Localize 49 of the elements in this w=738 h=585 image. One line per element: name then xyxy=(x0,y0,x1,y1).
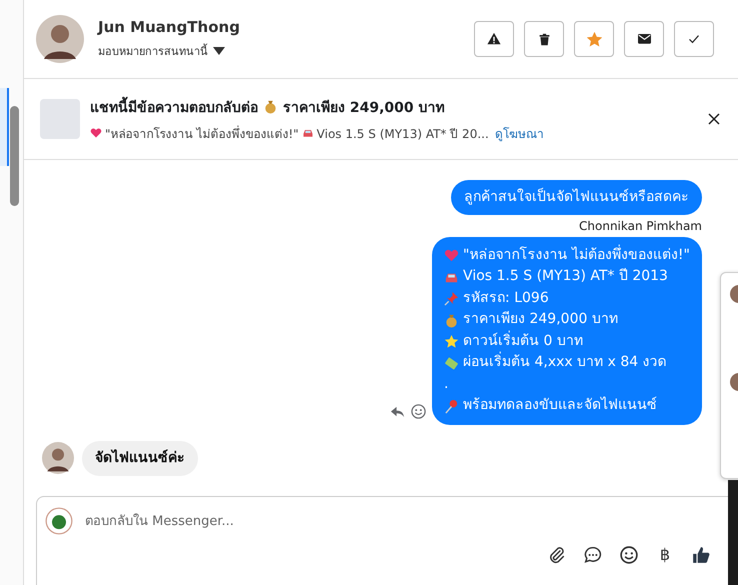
alert-button[interactable] xyxy=(474,21,514,57)
trash-icon xyxy=(538,32,550,46)
caret-icon xyxy=(213,47,225,55)
message-line: Vios 1.5 S (MY13) AT* ปี 2013 xyxy=(463,267,668,286)
baht-button[interactable]: ฿ xyxy=(656,545,674,564)
envelope-icon xyxy=(638,34,650,44)
star-button[interactable] xyxy=(574,21,614,57)
warning-icon xyxy=(487,32,501,46)
message-line: . xyxy=(444,374,448,394)
chat-bubble-icon[interactable] xyxy=(584,546,602,564)
ad-text: "หล่อจากโรงงาน ไม่ต้องพึ่งของแต่ง!" xyxy=(105,124,299,142)
attachment-icon[interactable] xyxy=(548,546,566,564)
reply-box[interactable]: ตอบกลับใน Messenger... ฿ xyxy=(36,496,728,585)
heart-icon xyxy=(444,248,460,264)
message-line: รหัสรถ: L096 xyxy=(463,288,549,308)
mail-button[interactable] xyxy=(624,21,664,57)
money-bag-icon xyxy=(444,312,460,328)
car-icon xyxy=(302,127,314,139)
message-bubble: จัดไฟแนนซ์ค่ะ xyxy=(82,440,198,476)
smiley-icon[interactable] xyxy=(411,404,426,419)
message-line: ดาวน์เริ่มต้น 0 บาท xyxy=(463,330,583,351)
money-bag-icon xyxy=(263,99,278,114)
banner-price: ราคาเพียง 249,000 บาท xyxy=(283,98,445,118)
ad-text: Vios 1.5 S (MY13) AT* ปี 20... xyxy=(316,126,489,142)
message-line: พร้อมทดลองขับและจัดไฟแนนซ์ xyxy=(463,396,658,416)
star-icon xyxy=(444,334,460,350)
round-pushpin-icon xyxy=(444,398,460,414)
assign-dropdown[interactable]: มอบหมายการสนทนานี้ xyxy=(98,42,460,60)
checkmark-icon xyxy=(688,33,700,45)
page-logo-icon xyxy=(45,507,73,535)
message-line: ราคาเพียง 249,000 บาท xyxy=(463,310,618,330)
heart-icon xyxy=(90,127,102,139)
avatar xyxy=(42,442,74,474)
avatar xyxy=(36,15,84,63)
check-button[interactable] xyxy=(674,21,714,57)
emoji-icon[interactable] xyxy=(620,546,638,564)
trash-button[interactable] xyxy=(524,21,564,57)
close-icon[interactable] xyxy=(708,113,720,125)
pushpin-icon xyxy=(444,291,460,306)
star-icon xyxy=(586,32,602,46)
banner-title: แชทนี้มีข้อความตอบกลับต่อ xyxy=(90,96,258,118)
message-line: ผ่อนเริ่มต้น 4,xxx บาท x 84 งวด xyxy=(463,352,667,374)
message-bubble: ลูกค้าสนใจเป็นจัดไฟแนนซ์หรือสดคะ xyxy=(451,180,702,215)
contact-name: Jun MuangThong xyxy=(98,18,241,36)
thumbs-up-icon[interactable] xyxy=(692,546,710,564)
ad-thumbnail xyxy=(40,99,80,139)
sender-name: Chonnikan Pimkham xyxy=(579,218,702,233)
message-line: "หล่อจากโรงงาน ไม่ต้องพึ่งของแต่ง!" xyxy=(463,244,690,265)
view-ad-link[interactable]: ดูโฆษณา xyxy=(494,124,544,142)
